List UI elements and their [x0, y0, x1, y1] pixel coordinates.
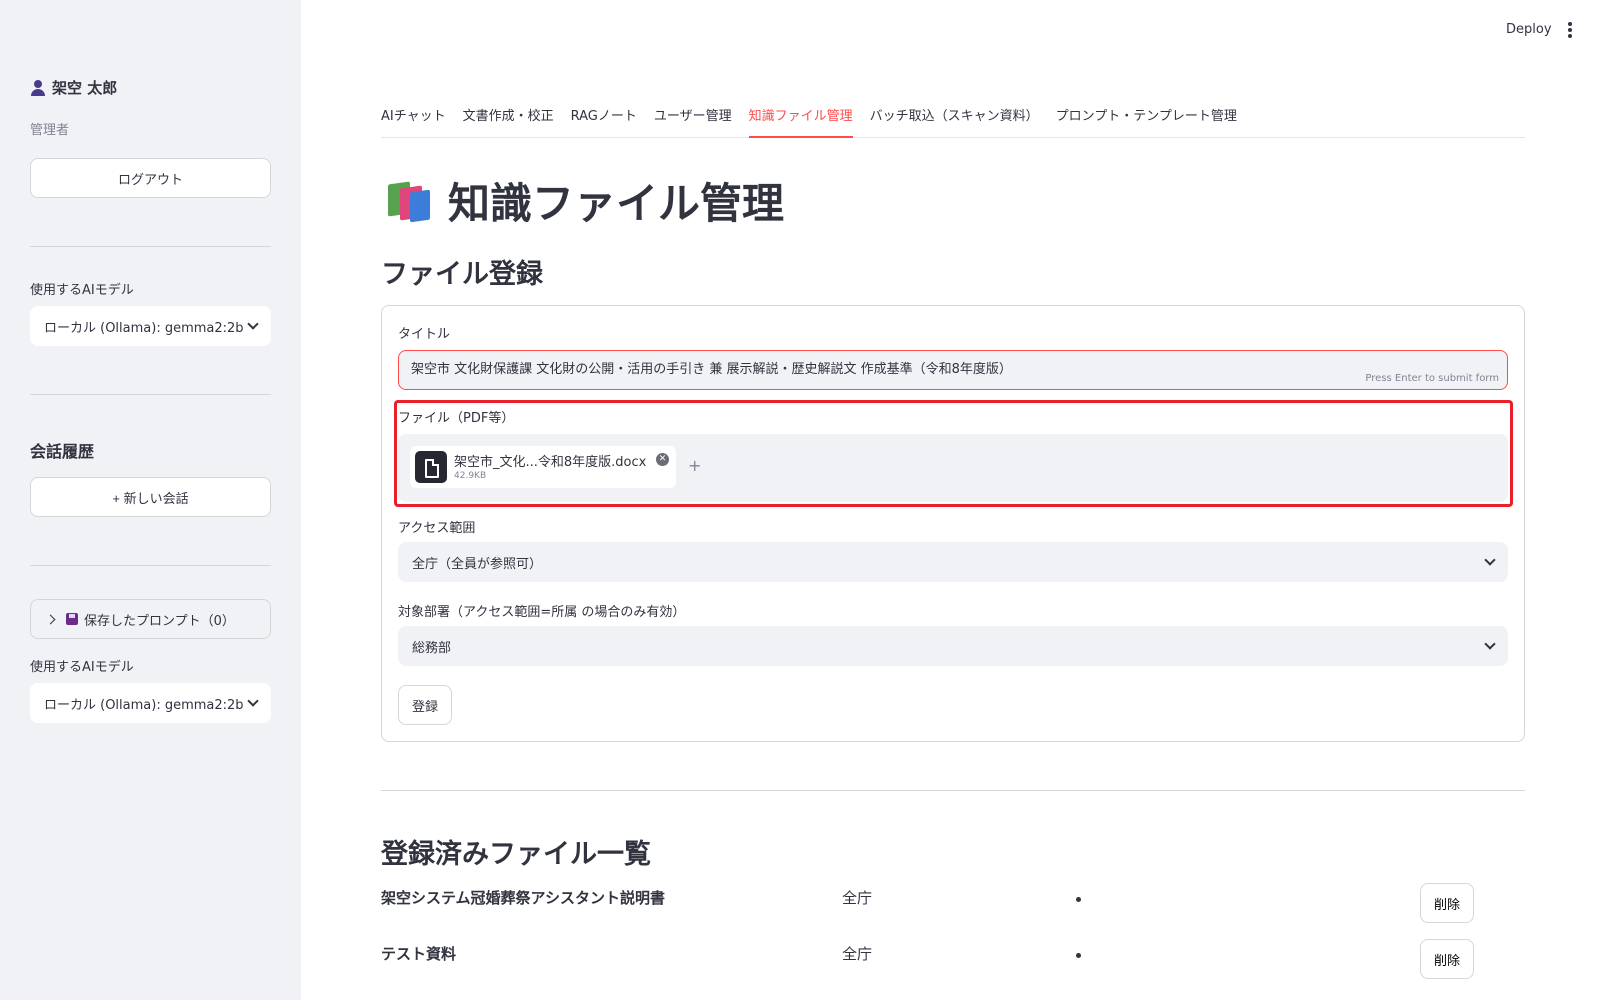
chevron-right-icon	[45, 614, 56, 624]
new-chat-button[interactable]: + 新しい会話	[30, 477, 271, 517]
dept-select[interactable]: 総務部	[398, 626, 1508, 666]
add-file-icon[interactable]: +	[688, 456, 701, 475]
saved-prompts-text: 保存したプロンプト（0）	[66, 610, 235, 629]
dept-label: 対象部署（アクセス範囲=所属 の場合のみ有効）	[398, 605, 686, 620]
file-row-title: テスト資料	[381, 945, 457, 963]
bullet-icon	[1076, 953, 1081, 958]
delete-button[interactable]: 削除	[1420, 883, 1474, 923]
file-row-title: 架空システム冠婚葬祭アシスタント説明書	[381, 889, 665, 907]
file-row-scope: 全庁	[842, 945, 873, 963]
logout-button[interactable]: ログアウト	[30, 158, 271, 198]
file-uploader[interactable]: 架空市_文化...令和8年度版.docx 42.9KB ✕ +	[398, 434, 1508, 502]
uploaded-file-chip: 架空市_文化...令和8年度版.docx 42.9KB ✕	[410, 446, 676, 488]
bullet-icon	[1076, 897, 1081, 902]
title-input[interactable]: 架空市 文化財保護課 文化財の公開・活用の手引き 兼 展示解説・歴史解説文 作成…	[398, 350, 1508, 390]
model-select[interactable]: ローカル (Ollama): gemma2:2b	[30, 306, 271, 346]
file-label: ファイル（PDF等）	[398, 411, 515, 426]
uploaded-file-size: 42.9KB	[454, 471, 487, 481]
tab-batch-import[interactable]: バッチ取込（スキャン資料）	[870, 104, 1039, 138]
books-icon	[386, 179, 434, 223]
model-label-2: 使用するAIモデル	[30, 660, 134, 675]
sidebar-divider	[30, 394, 271, 395]
saved-prompts-label: 保存したプロンプト（0）	[84, 613, 235, 629]
model-select-2[interactable]: ローカル (Ollama): gemma2:2b	[30, 683, 271, 723]
user-icon	[30, 79, 46, 96]
deploy-button[interactable]: Deploy	[1506, 22, 1552, 37]
access-select-value: 全庁（全員が参照可）	[412, 556, 543, 572]
tab-document-writing[interactable]: 文書作成・校正	[463, 104, 554, 138]
user-info: 架空 太郎	[30, 77, 117, 98]
file-row: テスト資料 全庁 削除	[381, 939, 1525, 979]
delete-button[interactable]: 削除	[1420, 939, 1474, 979]
tab-bar: AIチャット 文書作成・校正 RAGノート ユーザー管理 知識ファイル管理 バッ…	[381, 104, 1525, 138]
dept-select-value: 総務部	[412, 640, 452, 656]
chevron-down-icon	[1484, 638, 1496, 650]
sidebar-divider	[30, 246, 271, 247]
tab-prompt-templates[interactable]: プロンプト・テンプレート管理	[1056, 104, 1237, 138]
tab-ai-chat[interactable]: AIチャット	[381, 104, 446, 138]
sidebar: 架空 太郎 管理者 ログアウト 使用するAIモデル ローカル (Ollama):…	[0, 0, 301, 1000]
tab-user-management[interactable]: ユーザー管理	[654, 104, 732, 138]
file-list-heading: 登録済みファイル一覧	[381, 839, 651, 870]
saved-prompts-expander[interactable]: 保存したプロンプト（0）	[30, 599, 271, 639]
register-form: タイトル 架空市 文化財保護課 文化財の公開・活用の手引き 兼 展示解説・歴史解…	[381, 305, 1525, 742]
model-label: 使用するAIモデル	[30, 283, 134, 298]
document-icon	[415, 451, 447, 483]
user-name: 架空 太郎	[52, 79, 118, 97]
user-role: 管理者	[30, 123, 70, 138]
floppy-disk-icon	[66, 612, 78, 625]
title-label: タイトル	[398, 327, 451, 342]
file-row: 架空システム冠婚葬祭アシスタント説明書 全庁 削除	[381, 883, 1525, 923]
more-menu-icon[interactable]	[1568, 22, 1572, 38]
remove-file-icon[interactable]: ✕	[656, 453, 669, 466]
chevron-down-icon	[247, 318, 259, 330]
tab-knowledge-files[interactable]: 知識ファイル管理	[748, 104, 853, 138]
register-heading: ファイル登録	[381, 259, 543, 290]
history-heading: 会話履歴	[30, 442, 95, 461]
page-title: 知識ファイル管理	[386, 170, 784, 231]
model-select-value-2: ローカル (Ollama): gemma2:2b	[44, 697, 244, 713]
uploaded-file-name: 架空市_文化...令和8年度版.docx	[454, 455, 647, 470]
submit-hint: Press Enter to submit form	[1365, 373, 1499, 384]
main-divider	[381, 790, 1525, 791]
tab-rag-note[interactable]: RAGノート	[571, 104, 637, 138]
model-select-value: ローカル (Ollama): gemma2:2b	[44, 320, 244, 336]
access-select[interactable]: 全庁（全員が参照可）	[398, 542, 1508, 582]
title-input-value: 架空市 文化財保護課 文化財の公開・活用の手引き 兼 展示解説・歴史解説文 作成…	[411, 362, 1012, 377]
register-button[interactable]: 登録	[398, 685, 452, 725]
sidebar-divider	[30, 565, 271, 566]
file-row-scope: 全庁	[842, 889, 873, 907]
chevron-down-icon	[1484, 554, 1496, 566]
chevron-down-icon	[247, 695, 259, 707]
page-title-text: 知識ファイル管理	[448, 179, 785, 228]
access-label: アクセス範囲	[398, 521, 476, 536]
